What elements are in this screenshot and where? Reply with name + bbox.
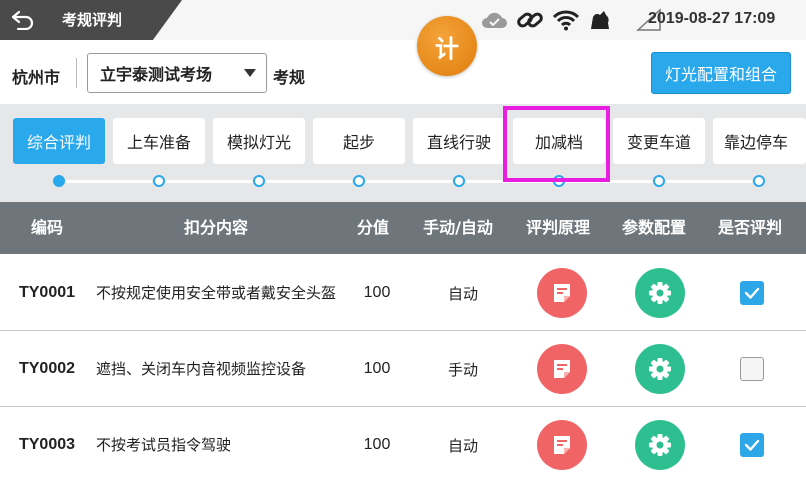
param-config-button[interactable] [635, 268, 685, 318]
track-segment [366, 180, 452, 183]
status-bar: 考规评判 2019-08-27 17:09 [0, 0, 806, 40]
header-content: 扣分内容 [183, 218, 248, 237]
city-label: 杭州市 [12, 68, 61, 87]
wifi-icon [552, 10, 580, 31]
tab-boarding[interactable]: 上车准备 [113, 118, 205, 164]
table-row: TY0001 不按规定使用安全带或者戴安全头盔 100 自动 [0, 255, 806, 331]
track-segment [166, 180, 252, 183]
progress-track [60, 180, 806, 183]
checkmark-icon [744, 439, 760, 451]
header-param: 参数配置 [621, 218, 686, 237]
track-segment [666, 180, 752, 183]
cloud-icon [482, 12, 507, 28]
divider [76, 58, 77, 88]
document-icon [554, 284, 570, 302]
back-button[interactable] [6, 5, 40, 35]
judge-checkbox[interactable] [740, 357, 764, 381]
row-code: TY0003 [18, 436, 76, 453]
gear-icon [649, 434, 671, 456]
rule-button[interactable] [537, 420, 587, 470]
step-dot [753, 175, 765, 187]
row-score: 100 [363, 284, 391, 301]
table-header: 编码 扣分内容 分值 手动/自动 评判原理 参数配置 是否评判 [0, 202, 806, 254]
judge-checkbox[interactable] [740, 281, 764, 305]
step-dot [653, 175, 665, 187]
row-content: 不按考试员指令驾驶 [96, 436, 232, 454]
tab-straight-driving[interactable]: 直线行驶 [413, 118, 505, 164]
gear-icon [649, 358, 671, 380]
header-mode: 手动/自动 [423, 218, 493, 237]
param-config-button[interactable] [635, 420, 685, 470]
row-code: TY0001 [18, 284, 76, 301]
tab-comprehensive[interactable]: 综合评判 [13, 118, 105, 164]
step-dot [353, 175, 365, 187]
header-rule: 评判原理 [525, 218, 590, 237]
header-score: 分值 [356, 218, 389, 237]
row-content: 不按规定使用安全带或者戴安全头盔 [96, 284, 337, 302]
rule-button[interactable] [537, 268, 587, 318]
row-mode: 自动 [447, 284, 478, 303]
step-dot [453, 175, 465, 187]
link-icon [517, 12, 543, 28]
exam-site-select[interactable]: 立宇泰测试考场 [87, 53, 267, 93]
status-icons [480, 6, 664, 34]
document-icon [554, 436, 570, 454]
floating-timer-badge[interactable]: 计 [417, 16, 477, 76]
mode-label: 考规 [273, 68, 306, 87]
light-config-button[interactable]: 灯光配置和组合 [651, 52, 791, 94]
row-score: 100 [363, 436, 391, 453]
row-content: 遮挡、关闭车内音视频监控设备 [96, 360, 307, 378]
exam-site-value: 立宇泰测试考场 [100, 65, 213, 84]
judge-checkbox[interactable] [740, 433, 764, 457]
row-mode: 自动 [447, 436, 478, 455]
header-judged: 是否评判 [717, 218, 782, 237]
row-mode: 手动 [447, 360, 478, 379]
rule-button[interactable] [537, 344, 587, 394]
row-code: TY0002 [18, 360, 76, 377]
checkmark-icon [744, 287, 760, 299]
back-arrow-icon [11, 10, 34, 30]
step-dot [253, 175, 265, 187]
tab-simulated-lights[interactable]: 模拟灯光 [213, 118, 305, 164]
dropdown-caret-icon [244, 69, 256, 77]
tab-start[interactable]: 起步 [313, 118, 405, 164]
tab-lane-change[interactable]: 变更车道 [613, 118, 705, 164]
track-segment [266, 180, 352, 183]
table-row: TY0003 不按考试员指令驾驶 100 自动 [0, 407, 806, 481]
row-score: 100 [363, 360, 391, 377]
datetime: 2019-08-27 17:09 [648, 10, 776, 27]
param-config-button[interactable] [635, 344, 685, 394]
tab-pull-over[interactable]: 靠边停车 [713, 118, 806, 164]
track-segment [66, 180, 152, 183]
step-dot-active [53, 175, 65, 187]
gear-icon [649, 282, 671, 304]
page-title: 考规评判 [62, 11, 123, 29]
app-notification-icon [591, 11, 609, 29]
tab-bar: 综合评判 上车准备 模拟灯光 起步 直线行驶 加减档 变更车道 靠边停车 [0, 104, 806, 202]
document-icon [554, 360, 570, 378]
step-dot [153, 175, 165, 187]
table-row: TY0002 遮挡、关闭车内音视频监控设备 100 手动 [0, 331, 806, 407]
header-code: 编码 [30, 218, 63, 237]
highlight-annotation [503, 106, 610, 182]
